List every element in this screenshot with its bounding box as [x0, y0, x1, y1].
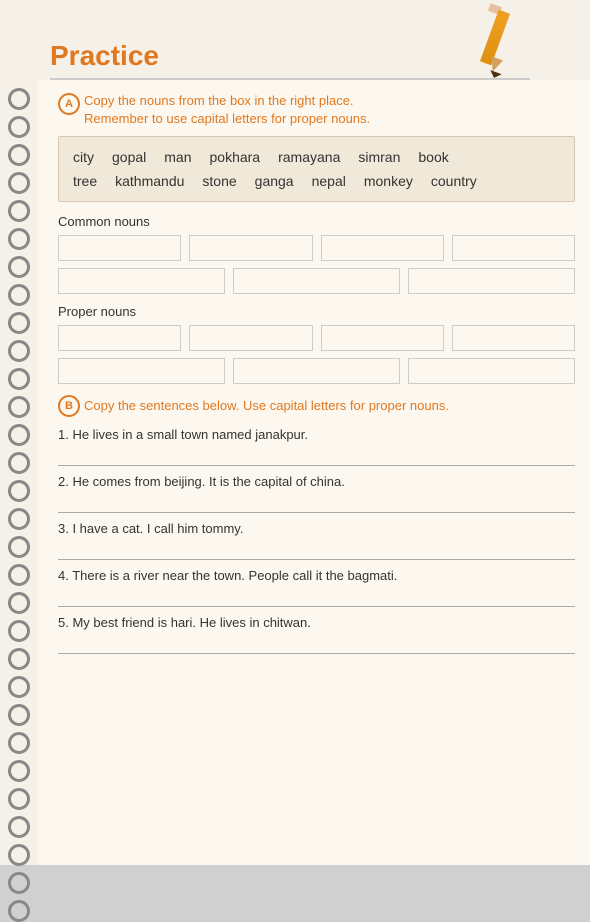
- pencil-decoration: [470, 0, 520, 80]
- sentence-item-2: 2. He comes from beijing. It is the capi…: [58, 474, 575, 513]
- proper-nouns-row1: [58, 325, 575, 351]
- section-b-label: B: [58, 395, 80, 417]
- common-noun-box-3[interactable]: [321, 235, 444, 261]
- spiral-ring: [8, 760, 30, 782]
- word-gopal: gopal: [112, 149, 146, 165]
- write-line-4a[interactable]: [58, 589, 575, 607]
- page: Practice A Copy the nouns from the box i…: [0, 0, 590, 865]
- sentence-item-5: 5. My best friend is hari. He lives in c…: [58, 615, 575, 654]
- word-pokhara: pokhara: [210, 149, 261, 165]
- proper-noun-box-4[interactable]: [452, 325, 575, 351]
- common-noun-box-7[interactable]: [408, 268, 575, 294]
- word-book: book: [418, 149, 448, 165]
- word-box: city gopal man pokhara ramayana simran b…: [58, 136, 575, 202]
- sentence-text-5: 5. My best friend is hari. He lives in c…: [58, 615, 575, 630]
- sentence-text-3: 3. I have a cat. I call him tommy.: [58, 521, 575, 536]
- common-noun-box-4[interactable]: [452, 235, 575, 261]
- spiral-ring: [8, 172, 30, 194]
- common-nouns-row1: [58, 235, 575, 261]
- write-line-1a[interactable]: [58, 448, 575, 466]
- word-monkey: monkey: [364, 173, 413, 189]
- common-noun-box-2[interactable]: [189, 235, 312, 261]
- word-ganga: ganga: [255, 173, 294, 189]
- common-noun-box-1[interactable]: [58, 235, 181, 261]
- spiral-ring: [8, 200, 30, 222]
- word-kathmandu: kathmandu: [115, 173, 184, 189]
- sentence-text-1: 1. He lives in a small town named janakp…: [58, 427, 575, 442]
- spiral-ring: [8, 312, 30, 334]
- section-a-header: A Copy the nouns from the box in the rig…: [58, 92, 575, 128]
- spiral-ring: [8, 648, 30, 670]
- spiral-ring: [8, 284, 30, 306]
- proper-noun-box-7[interactable]: [408, 358, 575, 384]
- section-a-instruction: Copy the nouns from the box in the right…: [84, 92, 370, 128]
- word-simran: simran: [358, 149, 400, 165]
- spiral-binding: [0, 80, 38, 860]
- section-a-label: A: [58, 93, 80, 115]
- common-nouns-row2: [58, 268, 575, 294]
- spiral-ring: [8, 480, 30, 502]
- word-row-1: city gopal man pokhara ramayana simran b…: [73, 145, 560, 169]
- main-content: A Copy the nouns from the box in the rig…: [38, 80, 590, 865]
- sentence-item-4: 4. There is a river near the town. Peopl…: [58, 568, 575, 607]
- spiral-ring: [8, 228, 30, 250]
- proper-noun-box-5[interactable]: [58, 358, 225, 384]
- spiral-ring: [8, 340, 30, 362]
- word-man: man: [164, 149, 191, 165]
- spiral-ring: [8, 872, 30, 894]
- common-nouns-section: Common nouns: [58, 214, 575, 294]
- word-row-2: tree kathmandu stone ganga nepal monkey …: [73, 169, 560, 193]
- pencil-point: [488, 70, 501, 80]
- word-tree: tree: [73, 173, 97, 189]
- spiral-ring: [8, 676, 30, 698]
- sentence-text-2: 2. He comes from beijing. It is the capi…: [58, 474, 575, 489]
- spiral-ring: [8, 116, 30, 138]
- proper-noun-box-1[interactable]: [58, 325, 181, 351]
- spiral-ring: [8, 620, 30, 642]
- section-b-header: B Copy the sentences below. Use capital …: [58, 394, 575, 417]
- proper-nouns-section: Proper nouns: [58, 304, 575, 384]
- proper-noun-box-6[interactable]: [233, 358, 400, 384]
- spiral-ring: [8, 396, 30, 418]
- spiral-ring: [8, 424, 30, 446]
- spiral-ring: [8, 788, 30, 810]
- spiral-ring: [8, 900, 30, 922]
- spiral-ring: [8, 144, 30, 166]
- spiral-ring: [8, 536, 30, 558]
- word-ramayana: ramayana: [278, 149, 340, 165]
- sentence-text-4: 4. There is a river near the town. Peopl…: [58, 568, 575, 583]
- spiral-ring: [8, 508, 30, 530]
- spiral-ring: [8, 704, 30, 726]
- common-noun-box-6[interactable]: [233, 268, 400, 294]
- proper-noun-box-3[interactable]: [321, 325, 444, 351]
- spiral-ring: [8, 844, 30, 866]
- spiral-ring: [8, 368, 30, 390]
- sentences-list: 1. He lives in a small town named janakp…: [58, 427, 575, 654]
- section-b-instruction: Copy the sentences below. Use capital le…: [84, 397, 449, 415]
- write-line-5a[interactable]: [58, 636, 575, 654]
- word-nepal: nepal: [312, 173, 346, 189]
- write-line-2a[interactable]: [58, 495, 575, 513]
- common-nouns-label: Common nouns: [58, 214, 575, 229]
- spiral-ring: [8, 88, 30, 110]
- sentence-item-3: 3. I have a cat. I call him tommy.: [58, 521, 575, 560]
- proper-nouns-row2: [58, 358, 575, 384]
- common-noun-box-5[interactable]: [58, 268, 225, 294]
- proper-nouns-label: Proper nouns: [58, 304, 575, 319]
- word-country: country: [431, 173, 477, 189]
- page-title: Practice: [40, 40, 159, 72]
- word-stone: stone: [202, 173, 236, 189]
- spiral-ring: [8, 452, 30, 474]
- spiral-ring: [8, 256, 30, 278]
- spiral-ring: [8, 816, 30, 838]
- sentence-item-1: 1. He lives in a small town named janakp…: [58, 427, 575, 466]
- word-city: city: [73, 149, 94, 165]
- instruction-line1: Copy the nouns from the box in the right…: [84, 93, 354, 108]
- spiral-ring: [8, 564, 30, 586]
- write-line-3a[interactable]: [58, 542, 575, 560]
- spiral-ring: [8, 732, 30, 754]
- instruction-line2: Remember to use capital letters for prop…: [84, 111, 370, 126]
- spiral-ring: [8, 592, 30, 614]
- proper-noun-box-2[interactable]: [189, 325, 312, 351]
